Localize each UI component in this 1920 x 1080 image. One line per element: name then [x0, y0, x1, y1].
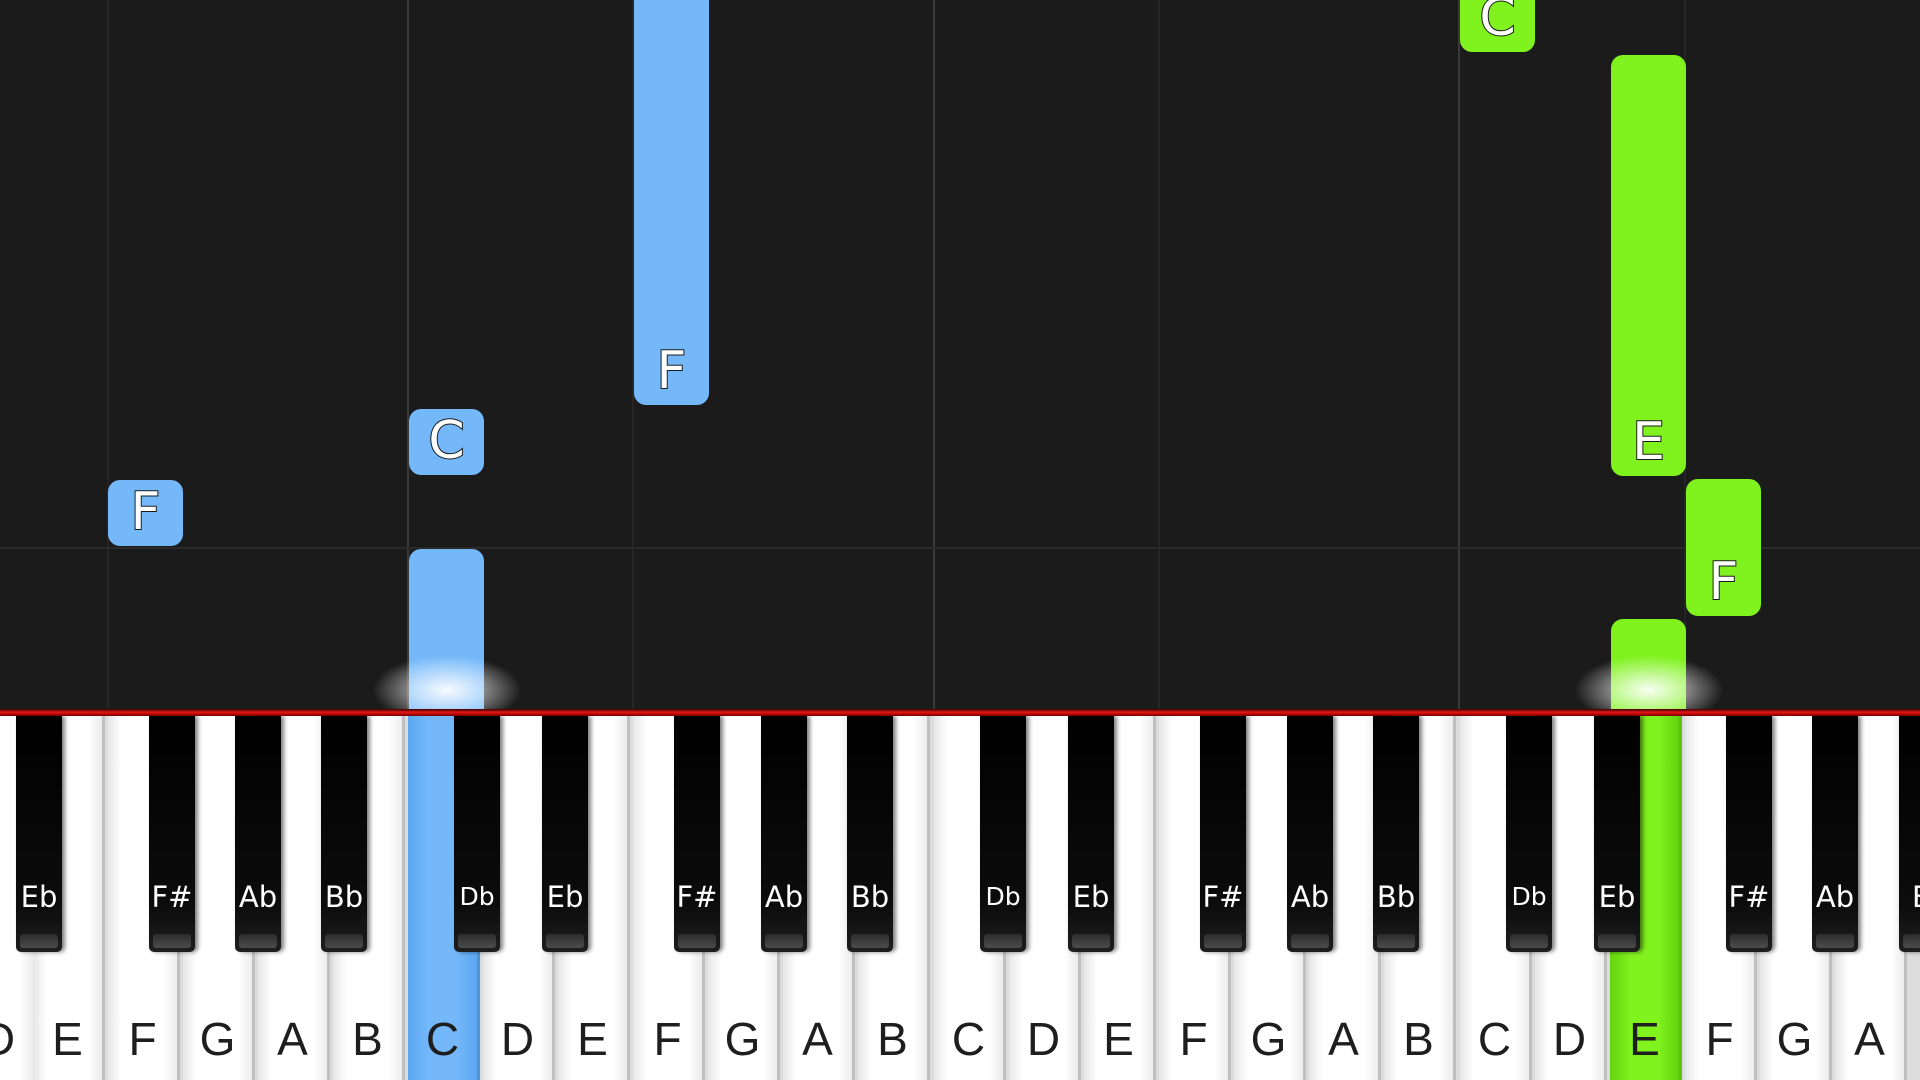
- key-label: A: [1854, 1013, 1885, 1065]
- key-label: A: [802, 1013, 833, 1065]
- black-key[interactable]: Ab: [1287, 716, 1333, 952]
- key-label: Eb: [546, 880, 584, 914]
- key-label: Bb: [850, 880, 890, 914]
- black-key[interactable]: Db: [980, 716, 1026, 952]
- key-label: C: [425, 1013, 460, 1065]
- black-key[interactable]: F#: [674, 716, 720, 952]
- piano-tutorial-app: F C F C E F D E F G A B C D: [0, 0, 1920, 1080]
- grid-line: [1158, 0, 1160, 710]
- note-block: F: [108, 480, 183, 546]
- key-label: Eb: [1072, 880, 1110, 914]
- key-label: A: [1328, 1013, 1359, 1065]
- note-label: C: [1478, 0, 1516, 48]
- key-label: G: [1250, 1013, 1287, 1065]
- key-label: F: [128, 1013, 157, 1065]
- key-label: B: [877, 1013, 908, 1065]
- black-key[interactable]: Ab: [1812, 716, 1858, 952]
- piano-keyboard: D E F G A B C D E F G A B C D E F G A B …: [0, 716, 1920, 1080]
- key-label: G: [1776, 1013, 1813, 1065]
- key-label: G: [199, 1013, 236, 1065]
- black-key[interactable]: B: [1899, 716, 1920, 952]
- key-label: B: [1893, 880, 1920, 914]
- black-key[interactable]: Ab: [235, 716, 281, 952]
- black-key[interactable]: Bb: [1373, 716, 1419, 952]
- octave-line: [1458, 0, 1460, 710]
- grid-line: [107, 0, 109, 710]
- key-label: D: [0, 1014, 33, 1064]
- key-label: E: [1629, 1013, 1660, 1065]
- black-key[interactable]: F#: [149, 716, 195, 952]
- note-label: F: [656, 341, 688, 401]
- note-label: F: [130, 482, 162, 542]
- key-label: E: [1103, 1013, 1134, 1065]
- key-label: Ab: [764, 880, 804, 914]
- black-key[interactable]: Bb: [321, 716, 367, 952]
- black-key[interactable]: Ab: [761, 716, 807, 952]
- note-block: C: [1460, 0, 1535, 52]
- note-block: F: [1686, 479, 1761, 616]
- key-label: Ab: [238, 880, 278, 914]
- key-label: Eb: [1598, 880, 1636, 914]
- black-key[interactable]: Bb: [847, 716, 893, 952]
- key-label: G: [724, 1013, 761, 1065]
- key-label: A: [277, 1013, 308, 1065]
- black-key[interactable]: Eb: [542, 716, 588, 952]
- note-block: F: [634, 0, 709, 405]
- black-key[interactable]: F#: [1726, 716, 1772, 952]
- key-label: D: [1552, 1013, 1587, 1065]
- key-label: E: [577, 1013, 608, 1065]
- key-label: F#: [151, 880, 193, 914]
- key-label: F: [1179, 1013, 1208, 1065]
- hit-glow: [372, 655, 522, 710]
- key-label: C: [951, 1013, 986, 1065]
- key-label: Ab: [1815, 880, 1855, 914]
- key-label: F#: [1202, 880, 1244, 914]
- note-label: F: [1708, 552, 1740, 612]
- key-label: F: [1705, 1013, 1734, 1065]
- note-label: C: [427, 411, 465, 471]
- key-label: Eb: [20, 880, 58, 914]
- black-key[interactable]: Db: [454, 716, 500, 952]
- key-label: Bb: [1376, 880, 1416, 914]
- key-label: Db: [985, 882, 1021, 911]
- key-label: F: [653, 1013, 682, 1065]
- key-label: F#: [676, 880, 718, 914]
- key-label: Ab: [1290, 880, 1330, 914]
- beat-line: [0, 547, 1920, 549]
- note-label: E: [1631, 412, 1666, 472]
- key-label: D: [1026, 1013, 1061, 1065]
- key-label: Db: [459, 882, 495, 911]
- key-label: B: [1403, 1013, 1434, 1065]
- key-label: E: [52, 1013, 83, 1065]
- key-label: Db: [1511, 882, 1547, 911]
- note-block: C: [409, 409, 484, 475]
- octave-line: [933, 0, 935, 710]
- black-key[interactable]: Eb: [16, 716, 62, 952]
- black-key[interactable]: Eb: [1594, 716, 1640, 952]
- black-key[interactable]: F#: [1200, 716, 1246, 952]
- note-block: E: [1611, 55, 1686, 476]
- hit-glow: [1574, 655, 1724, 710]
- key-label: Bb: [324, 880, 364, 914]
- note-roll: F C F C E F: [0, 0, 1920, 710]
- black-key[interactable]: Eb: [1068, 716, 1114, 952]
- black-key[interactable]: Db: [1506, 716, 1552, 952]
- key-label: D: [500, 1013, 535, 1065]
- key-label: C: [1477, 1013, 1512, 1065]
- key-label: B: [352, 1013, 383, 1065]
- key-label: F#: [1728, 880, 1770, 914]
